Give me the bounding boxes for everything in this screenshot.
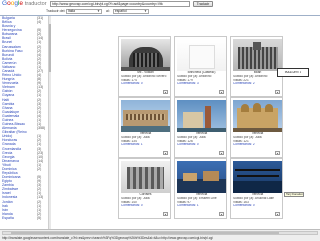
photo-card[interactable]: Venecia Subido por (a): Julia Vistas: 126 C… bbox=[174, 97, 227, 158]
logo-suffix: traductor bbox=[24, 1, 47, 7]
photo-thumbnail[interactable] bbox=[177, 161, 226, 193]
sidebar-scrollbar[interactable] bbox=[48, 16, 51, 229]
enlarge-icon[interactable] bbox=[219, 212, 224, 216]
enlarge-icon[interactable] bbox=[275, 90, 280, 94]
hover-tooltip: Tarj Donation bbox=[284, 192, 304, 197]
enlarge-icon[interactable] bbox=[275, 151, 280, 155]
photo-card[interactable]: Venecia Subido por (a): Anuchal Lalie Vist… bbox=[230, 158, 283, 219]
annotation-box: IMAGEN 1 bbox=[277, 68, 309, 77]
photo-card[interactable]: Venecia Subido por (a): Ersseth Line Vista… bbox=[174, 158, 227, 219]
photo-comments-link[interactable]: Comentarios: 0 bbox=[233, 204, 282, 208]
photo-card[interactable]: Mil - Volkan Subido por (a): Antonino Sev… bbox=[118, 36, 171, 97]
google-translate-logo[interactable]: Google traductor bbox=[2, 0, 52, 8]
chevron-down-icon: ▼ bbox=[144, 9, 147, 13]
toolbar: Google traductor http://www.geovap.com/c… bbox=[0, 0, 320, 8]
chevron-down-icon: ▼ bbox=[97, 9, 100, 13]
photo-comments-link[interactable]: Comentarios: 1 bbox=[177, 204, 226, 208]
photo-comments-link[interactable]: Comentarios: 2 bbox=[233, 143, 282, 147]
photo-comments-link[interactable]: Comentarios: 0 bbox=[121, 82, 170, 86]
horizontal-scrollbar[interactable] bbox=[2, 231, 318, 235]
photo-thumbnail[interactable] bbox=[121, 161, 170, 193]
photo-card[interactable]: Venecia Subido por (a): Julia Vistas: 134 C… bbox=[118, 97, 171, 158]
status-bar: http://translate.googleusercontent.com/t… bbox=[0, 229, 320, 241]
enlarge-icon[interactable] bbox=[219, 90, 224, 94]
to-language-select[interactable]: español ▼ bbox=[113, 9, 149, 14]
photo-thumbnail[interactable] bbox=[177, 39, 226, 71]
enlarge-icon[interactable] bbox=[163, 90, 168, 94]
enlarge-icon[interactable] bbox=[219, 151, 224, 155]
country-item[interactable]: España (5) bbox=[0, 216, 48, 220]
photo-comments-link[interactable]: Comentarios: 2 bbox=[233, 82, 282, 86]
language-row: Traducir del: Italia ▼ al: español ▼ bbox=[0, 8, 320, 15]
from-language-label: Traducir del: bbox=[46, 9, 66, 13]
photo-thumbnail[interactable] bbox=[233, 39, 282, 71]
to-language-label: al: bbox=[106, 9, 110, 13]
enlarge-icon[interactable] bbox=[163, 212, 168, 216]
country-list: Bulgaria (31) Bélica (4) Bosnia y Herzegovina… bbox=[0, 16, 48, 229]
url-input[interactable]: http://www.geovap.com/cgi-bin/pl.cgi?f=a… bbox=[50, 1, 190, 7]
photo-thumbnail[interactable] bbox=[121, 100, 170, 132]
country-count: (5) bbox=[37, 215, 42, 220]
enlarge-icon[interactable] bbox=[275, 212, 280, 216]
photo-thumbnail[interactable] bbox=[233, 100, 282, 132]
status-url: http://translate.googleusercontent.com/t… bbox=[2, 236, 213, 240]
enlarge-icon[interactable] bbox=[163, 151, 168, 155]
photo-comments-link[interactable]: Comentarios: 0 bbox=[177, 143, 226, 147]
photo-comments-link[interactable]: Comentarios: 3 bbox=[177, 82, 226, 86]
photo-card[interactable]: Milán Subido por (a): Antonino Vistas: 221… bbox=[230, 36, 283, 97]
photo-comments-link[interactable]: Comentarios: 0 bbox=[121, 204, 170, 208]
photo-thumbnail[interactable] bbox=[177, 100, 226, 132]
scrollbar-thumb[interactable] bbox=[49, 24, 51, 72]
country-name[interactable]: España bbox=[2, 216, 14, 220]
photo-card[interactable]: Brinchela (Castello) Subido por (a): Anto… bbox=[174, 36, 227, 97]
photo-card[interactable]: Venecia Subido por (a): Julia Vistas: 121 C… bbox=[230, 97, 283, 158]
photo-thumbnail[interactable] bbox=[121, 39, 170, 71]
translate-button[interactable]: Traducir bbox=[193, 1, 213, 7]
photo-thumbnail[interactable] bbox=[233, 161, 282, 193]
from-language-select[interactable]: Italia ▼ bbox=[66, 9, 102, 14]
photo-comments-link[interactable]: Comentarios: 1 bbox=[121, 143, 170, 147]
photo-card[interactable]: Corrales Subido por (a): Julia Vistas: 140… bbox=[118, 158, 171, 219]
scrollbar-thumb[interactable] bbox=[11, 232, 279, 234]
